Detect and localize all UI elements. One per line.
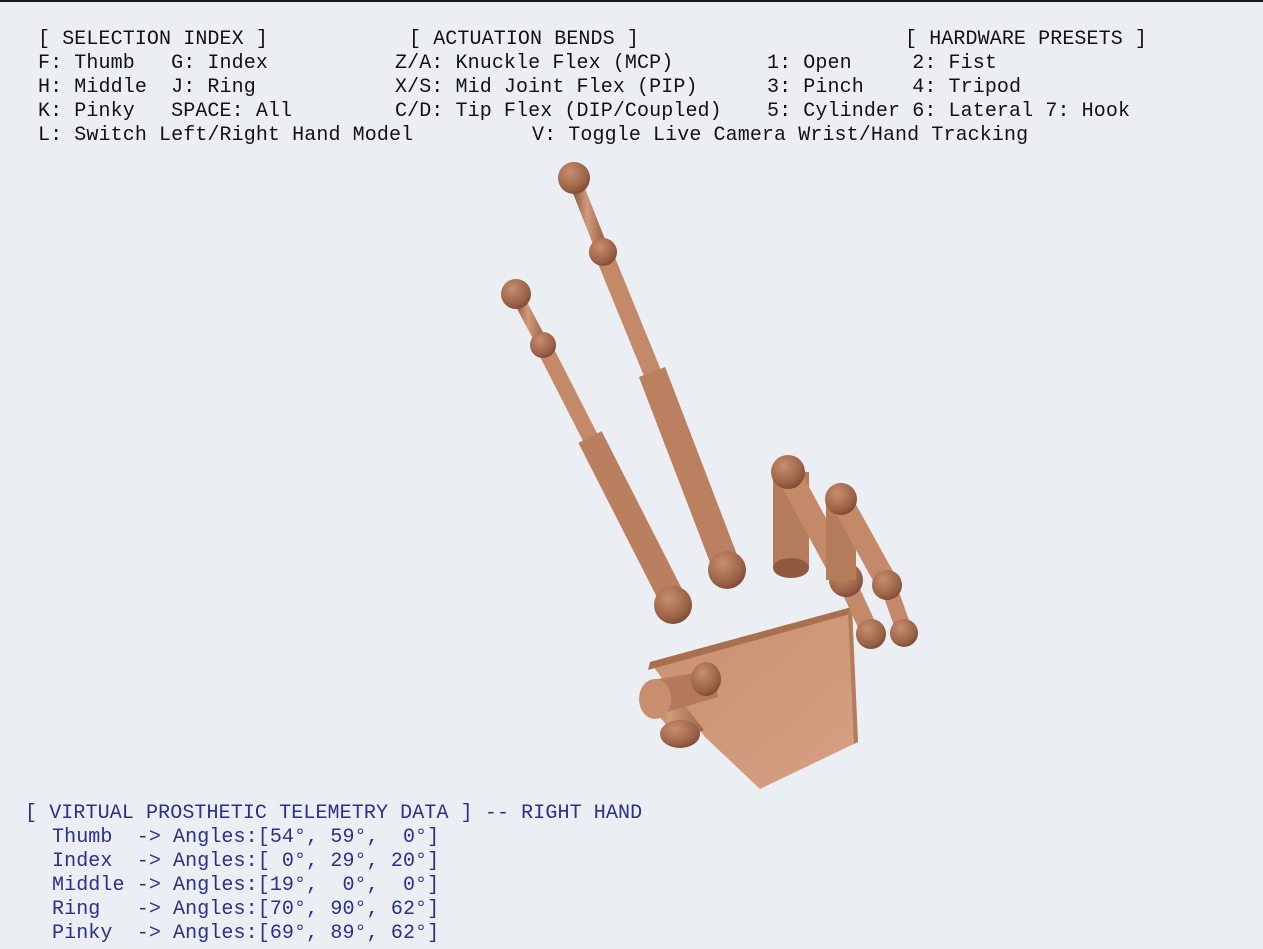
actuation-row-3: C/D: Tip Flex (DIP/Coupled) [395,100,722,123]
telemetry-row-thumb: Thumb -> Angles:[54°, 59°, 0°] [52,826,440,849]
presets-row-1: 1: Open 2: Fist [767,52,997,75]
hud-overlay: [ SELECTION INDEX ] [ ACTUATION BENDS ] … [0,2,1263,949]
hardware-presets-header: [ HARDWARE PRESETS ] [905,28,1148,51]
selection-index-header: [ SELECTION INDEX ] [38,28,268,51]
selection-row-2: H: Middle J: Ring [38,76,256,99]
telemetry-row-pinky: Pinky -> Angles:[69°, 89°, 62°] [52,922,440,945]
telemetry-row-index: Index -> Angles:[ 0°, 29°, 20°] [52,850,440,873]
camera-tracking-hint: V: Toggle Live Camera Wrist/Hand Trackin… [532,124,1029,147]
selection-row-3: K: Pinky SPACE: All [38,100,293,123]
telemetry-row-ring: Ring -> Angles:[70°, 90°, 62°] [52,898,440,921]
telemetry-header: [ VIRTUAL PROSTHETIC TELEMETRY DATA ] --… [25,802,643,825]
presets-row-2: 3: Pinch 4: Tripod [767,76,1022,99]
actuation-bends-header: [ ACTUATION BENDS ] [409,28,639,51]
selection-row-1: F: Thumb G: Index [38,52,268,75]
actuation-row-1: Z/A: Knuckle Flex (MCP) [395,52,674,75]
presets-row-3: 5: Cylinder 6: Lateral 7: Hook [767,100,1131,123]
switch-hand-hint: L: Switch Left/Right Hand Model [38,124,414,147]
telemetry-row-middle: Middle -> Angles:[19°, 0°, 0°] [52,874,440,897]
actuation-row-2: X/S: Mid Joint Flex (PIP) [395,76,698,99]
